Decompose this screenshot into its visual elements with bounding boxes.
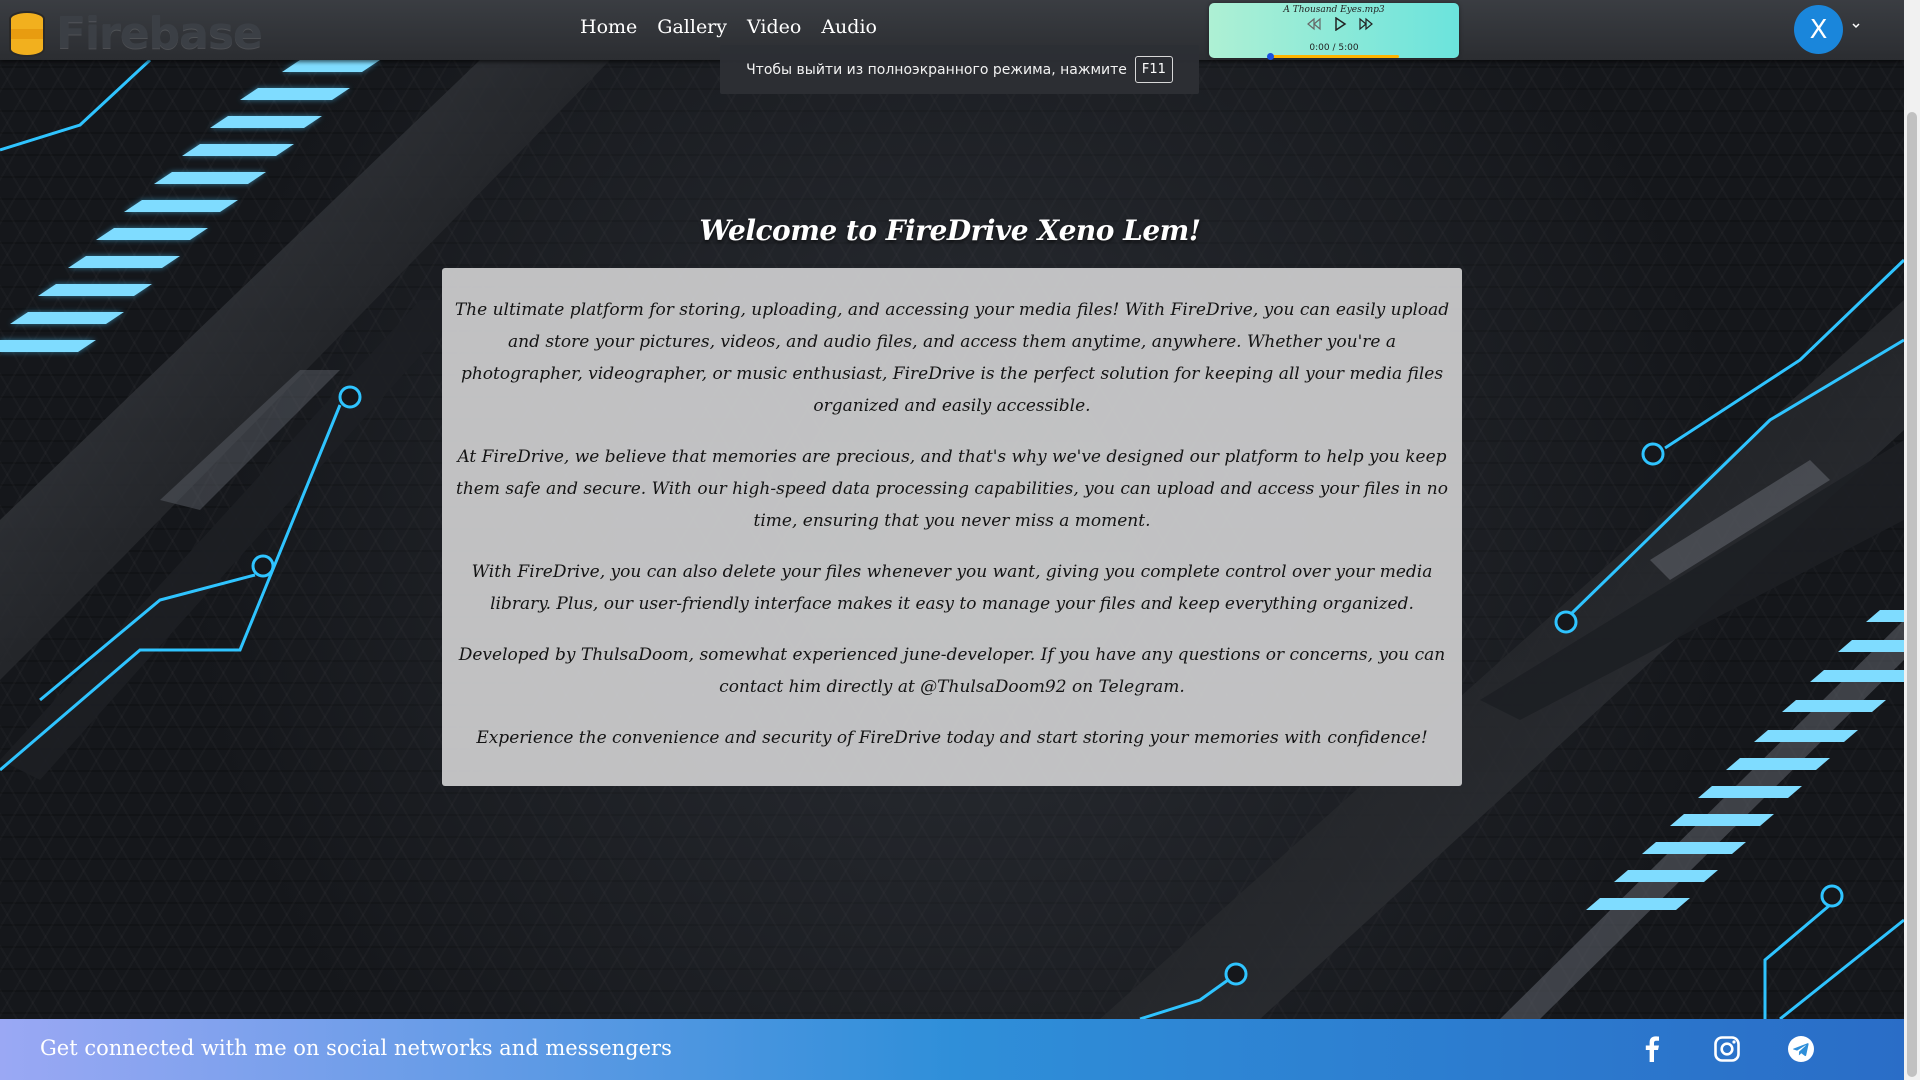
nav-home[interactable]: Home (580, 16, 637, 38)
player-progress-knob[interactable] (1267, 53, 1274, 60)
database-icon (9, 10, 45, 57)
player-progress-bar[interactable] (1269, 55, 1399, 58)
footer-text: Get connected with me on social networks… (40, 1036, 672, 1060)
main-nav: Home Gallery Video Audio (580, 16, 877, 38)
player-controls (1307, 17, 1373, 31)
fullscreen-key: F11 (1134, 56, 1173, 83)
fast-forward-icon[interactable] (1359, 17, 1373, 31)
chevron-down-icon[interactable] (1851, 22, 1861, 30)
play-icon[interactable] (1333, 17, 1347, 31)
welcome-heading: Welcome to FireDrive Xeno Lem! (699, 213, 1201, 247)
page-scrollbar[interactable] (1904, 0, 1920, 1080)
player-time: 0:00 / 5:00 (1309, 43, 1359, 53)
rewind-icon[interactable] (1307, 17, 1321, 31)
about-paragraph: At FireDrive, we believe that memories a… (456, 447, 1448, 531)
fullscreen-notice: Чтобы выйти из полноэкранного режима, на… (720, 45, 1199, 94)
audio-player: A Thousand Eyes.mp3 0:00 / 5:00 (1209, 3, 1459, 60)
instagram-icon[interactable] (1713, 1035, 1741, 1063)
facebook-icon[interactable] (1638, 1035, 1666, 1063)
about-paragraph: The ultimate platform for storing, uploa… (454, 300, 1450, 416)
player-track-title: A Thousand Eyes.mp3 (1283, 5, 1385, 15)
nav-video[interactable]: Video (747, 16, 801, 38)
about-paragraph: Experience the convenience and security … (476, 728, 1428, 748)
brand[interactable]: Firebase (8, 8, 263, 59)
about-card: The ultimate platform for storing, uploa… (442, 268, 1462, 786)
fullscreen-notice-text: Чтобы выйти из полноэкранного режима, на… (746, 61, 1127, 78)
brand-name: Firebase (56, 8, 263, 59)
nav-audio[interactable]: Audio (821, 16, 877, 38)
footer: Get connected with me on social networks… (0, 1019, 1904, 1080)
user-avatar[interactable]: X (1794, 5, 1843, 54)
scrollbar-thumb[interactable] (1907, 112, 1917, 1077)
about-paragraph: Developed by ThulsaDoom, somewhat experi… (458, 645, 1446, 697)
about-paragraph: With FireDrive, you can also delete your… (471, 562, 1433, 614)
telegram-icon[interactable] (1787, 1035, 1815, 1063)
nav-gallery[interactable]: Gallery (657, 16, 727, 38)
